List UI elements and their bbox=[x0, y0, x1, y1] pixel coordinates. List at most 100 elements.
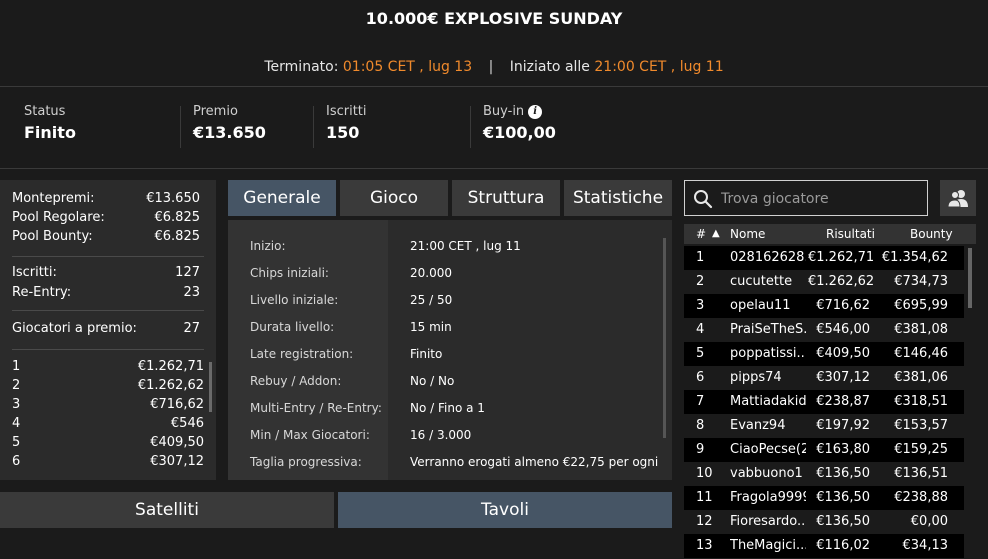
payout-row: 1 €1.262,71 bbox=[12, 359, 204, 374]
row-results: €409,50 bbox=[816, 346, 870, 361]
row-name: Fioresardo... bbox=[730, 514, 806, 529]
tab-generale[interactable]: Generale bbox=[228, 180, 336, 216]
table-row[interactable]: 12 Fioresardo... €136,50 €0,00 bbox=[684, 510, 964, 534]
payout-value: €1.262,71 bbox=[137, 359, 204, 374]
table-row[interactable]: 9 CiaoPecse(2) €163,80 €159,25 bbox=[684, 438, 964, 462]
tab-struttura[interactable]: Struttura bbox=[452, 180, 560, 216]
tab-statistiche[interactable]: Statistiche bbox=[564, 180, 672, 216]
row-name: poppatissi... bbox=[730, 346, 806, 361]
table-row[interactable]: 2 cucutette €1.262,62 €734,73 bbox=[684, 270, 964, 294]
detail-label: Chips iniziali: bbox=[250, 266, 329, 280]
info-icon[interactable]: i bbox=[528, 104, 543, 119]
payout-position: 4 bbox=[12, 416, 21, 431]
row-rank: 4 bbox=[696, 322, 705, 337]
row-name: Mattiadakid bbox=[730, 394, 806, 409]
started-value: 21:00 CET , lug 11 bbox=[594, 59, 724, 75]
table-scrollbar[interactable] bbox=[968, 248, 972, 308]
tournament-title: 10.000€ EXPLOSIVE SUNDAY bbox=[365, 9, 623, 28]
payout-position: 3 bbox=[12, 397, 21, 412]
search-input[interactable] bbox=[721, 188, 921, 210]
row-rank: 11 bbox=[696, 490, 713, 505]
table-row[interactable]: 8 Evanz94 €197,92 €153,57 bbox=[684, 414, 964, 438]
detail-value: 20.000 bbox=[410, 266, 452, 280]
row-rank: 13 bbox=[696, 538, 713, 553]
payout-row: 6 €307,12 bbox=[12, 454, 204, 469]
detail-label: Durata livello: bbox=[250, 320, 335, 334]
payout-row: 3 €716,62 bbox=[12, 397, 204, 412]
row-bounty: €0,00 bbox=[910, 514, 948, 529]
row-name: PraiSeTheS... bbox=[730, 322, 806, 337]
payout-position: 6 bbox=[12, 454, 21, 469]
row-results: €546,00 bbox=[816, 322, 870, 337]
header-results[interactable]: Risultati bbox=[826, 227, 875, 241]
table-row[interactable]: 11 Fragola9999 €136,50 €238,88 bbox=[684, 486, 964, 510]
payout-position: 5 bbox=[12, 435, 21, 450]
row-results: €163,80 bbox=[816, 442, 870, 457]
time-separator: | bbox=[488, 59, 494, 75]
row-rank: 5 bbox=[696, 346, 705, 361]
sort-asc-icon[interactable]: ▲ bbox=[712, 228, 720, 239]
header-divider bbox=[0, 86, 988, 87]
panel-divider bbox=[12, 310, 204, 311]
table-row[interactable]: 1 028162628...€1.262,71 €1.354,62 bbox=[684, 246, 964, 270]
entries-value: 127 bbox=[175, 265, 200, 280]
row-rank: 9 bbox=[696, 442, 705, 457]
entries-label: Iscritti: bbox=[12, 265, 57, 280]
row-rank: 6 bbox=[696, 370, 705, 385]
tables-button[interactable]: Tavoli bbox=[338, 492, 672, 528]
detail-value: 21:00 CET , lug 11 bbox=[410, 239, 521, 253]
row-name: cucutette bbox=[730, 274, 793, 289]
row-bounty: €695,99 bbox=[894, 298, 948, 313]
row-name: opelau11 bbox=[730, 298, 791, 313]
panel-divider bbox=[12, 349, 204, 350]
prize-row: Pool Regolare: €6.825 bbox=[12, 210, 200, 225]
row-rank: 3 bbox=[696, 298, 705, 313]
row-name: Evanz94 bbox=[730, 418, 786, 433]
payout-scrollbar[interactable] bbox=[209, 362, 212, 412]
details-scrollbar[interactable] bbox=[663, 238, 666, 438]
row-name: pipps74 bbox=[730, 370, 782, 385]
tab-gioco[interactable]: Gioco bbox=[340, 180, 448, 216]
table-row[interactable]: 3 opelau11 €716,62 €695,99 bbox=[684, 294, 964, 318]
payout-value: €1.262,62 bbox=[137, 378, 204, 393]
detail-label: Livello iniziale: bbox=[250, 293, 339, 307]
search-icon bbox=[694, 190, 713, 209]
stat-label: Buy-in i bbox=[483, 104, 556, 119]
detail-label: Taglia progressiva: bbox=[250, 455, 362, 469]
detail-label: Inizio: bbox=[250, 239, 286, 253]
row-rank: 7 bbox=[696, 394, 705, 409]
table-row[interactable]: 5 poppatissi... €409,50 €146,46 bbox=[684, 342, 964, 366]
row-results: €136,50 bbox=[816, 490, 870, 505]
started-label: Iniziato alle bbox=[509, 59, 590, 75]
row-bounty: €1.354,62 bbox=[881, 250, 948, 265]
detail-label: Late registration: bbox=[250, 347, 354, 361]
panel-divider bbox=[12, 256, 204, 257]
detail-label: Rebuy / Addon: bbox=[250, 374, 342, 388]
stat-label: Status bbox=[24, 104, 66, 119]
row-rank: 10 bbox=[696, 466, 713, 481]
table-row[interactable]: 4 PraiSeTheS... €546,00 €381,08 bbox=[684, 318, 964, 342]
detail-value: Finito bbox=[410, 347, 443, 361]
row-bounty: €136,51 bbox=[894, 466, 948, 481]
prize-row: Pool Bounty: €6.825 bbox=[12, 229, 200, 244]
entries-row: Iscritti: 127 bbox=[12, 265, 200, 280]
table-row[interactable]: 13 TheMagici... €116,02 €34,13 bbox=[684, 534, 964, 558]
stat-label-text: Buy-in bbox=[483, 104, 525, 119]
header-rank[interactable]: # bbox=[696, 227, 706, 241]
prize-value: €6.825 bbox=[154, 229, 201, 244]
players-button[interactable] bbox=[940, 180, 976, 216]
results-table-header: # ▲ Nome Risultati Bounty bbox=[684, 224, 976, 244]
table-row[interactable]: 6 pipps74 €307,12 €381,06 bbox=[684, 366, 964, 390]
satellites-button[interactable]: Satelliti bbox=[0, 492, 334, 528]
row-bounty: €153,57 bbox=[894, 418, 948, 433]
row-name: TheMagici... bbox=[730, 538, 806, 553]
header-bounty[interactable]: Bounty bbox=[910, 227, 953, 241]
detail-label: Min / Max Giocatori: bbox=[250, 428, 370, 442]
row-rank: 1 bbox=[696, 250, 705, 265]
row-bounty: €238,88 bbox=[894, 490, 948, 505]
row-bounty: €34,13 bbox=[902, 538, 949, 553]
entries-value: 23 bbox=[183, 285, 200, 300]
header-name[interactable]: Nome bbox=[730, 227, 765, 241]
table-row[interactable]: 7 Mattiadakid €238,87 €318,51 bbox=[684, 390, 964, 414]
table-row[interactable]: 10 vabbuono1 €136,50 €136,51 bbox=[684, 462, 964, 486]
